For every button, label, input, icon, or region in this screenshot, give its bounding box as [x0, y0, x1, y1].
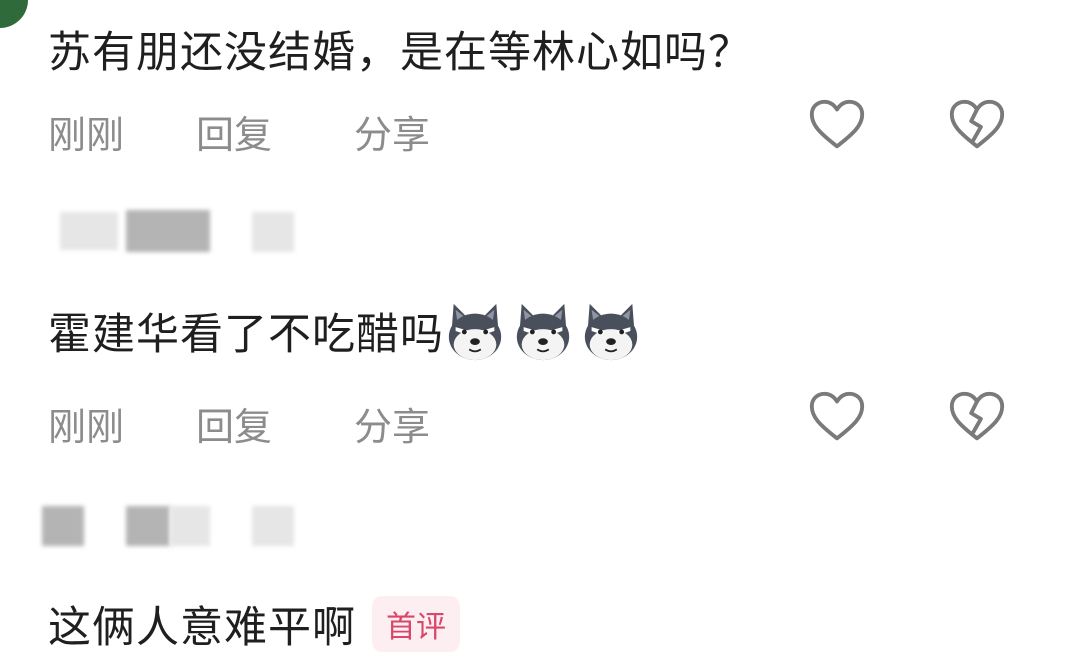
comment-time: 刚刚	[48, 405, 125, 449]
comment-time: 刚刚	[48, 113, 125, 157]
comment-text: 这俩人意难平啊	[48, 603, 356, 653]
reply-button[interactable]: 回复	[196, 396, 272, 451]
like-button[interactable]	[806, 94, 868, 160]
dislike-button[interactable]	[946, 386, 1008, 452]
dislike-button[interactable]	[946, 94, 1008, 160]
comment-line: 这俩人意难平啊 首评	[48, 594, 460, 654]
broken-heart-icon	[949, 391, 1005, 441]
comment-text: 苏有朋还没结婚，是在等林心如吗？	[48, 28, 752, 78]
username-blurred	[60, 212, 118, 250]
broken-heart-icon	[949, 99, 1005, 149]
username-blurred	[42, 506, 84, 546]
doge-emoji	[516, 303, 570, 361]
doge-emoji	[448, 303, 502, 361]
username-blurred	[126, 506, 170, 546]
username-blurred	[126, 210, 210, 252]
username-blurred	[252, 506, 294, 546]
reply-button[interactable]: 回复	[196, 104, 272, 159]
username-blurred	[252, 212, 294, 252]
emoji-row	[444, 300, 642, 362]
heart-outline-icon	[809, 99, 865, 149]
share-button[interactable]: 分享	[354, 104, 430, 159]
avatar[interactable]	[0, 0, 28, 28]
like-button[interactable]	[806, 386, 868, 452]
comment-text: 霍建华看了不吃醋吗	[48, 310, 444, 360]
share-button[interactable]: 分享	[354, 396, 430, 451]
username-blurred	[170, 506, 210, 546]
comment-line: 霍建华看了不吃醋吗	[48, 296, 642, 366]
first-comment-badge: 首评	[372, 596, 460, 652]
heart-outline-icon	[809, 391, 865, 441]
doge-emoji	[584, 303, 638, 361]
